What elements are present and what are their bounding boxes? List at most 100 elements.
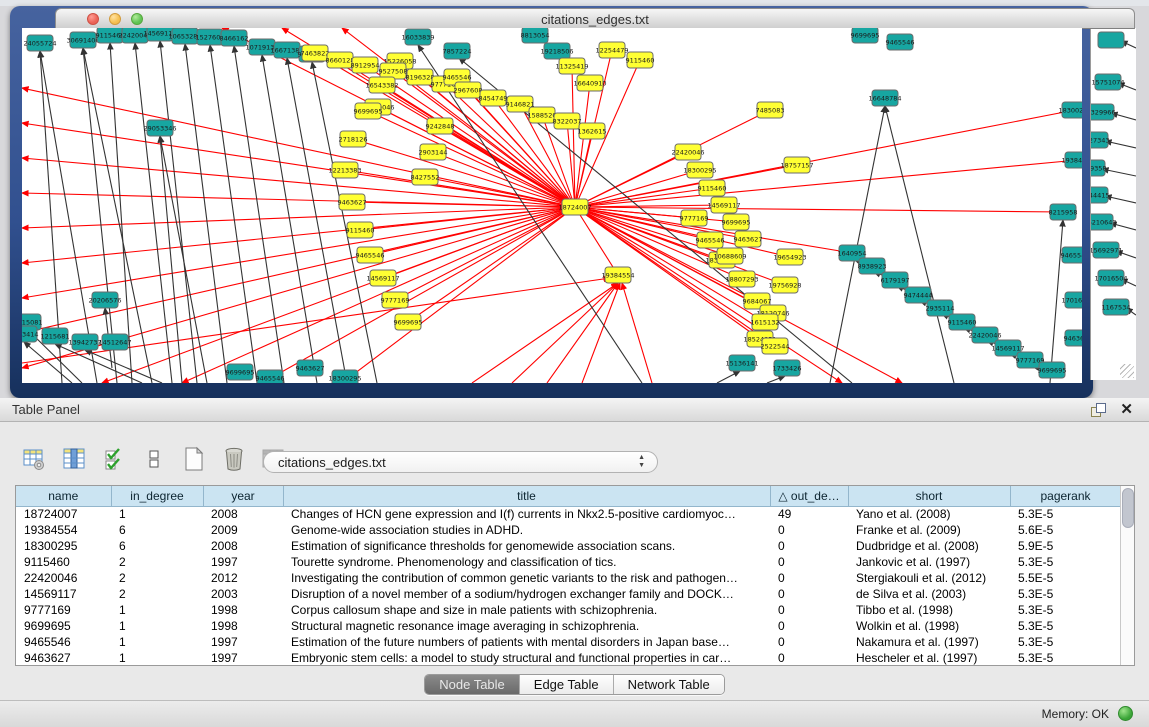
column-header-name[interactable]: name — [16, 486, 111, 506]
table-cell: 0 — [770, 586, 848, 602]
svg-text:9242848: 9242848 — [426, 123, 455, 131]
table-row[interactable]: 2242004622012Investigating the contribut… — [16, 570, 1121, 586]
svg-text:7857224: 7857224 — [443, 48, 472, 56]
table-cell: 2 — [111, 586, 203, 602]
table-cell: 9777169 — [16, 602, 111, 618]
check-marks-icon — [103, 447, 125, 471]
table-selector-dropdown[interactable]: citations_edges.txt ▲▼ — [263, 451, 658, 473]
close-panel-icon[interactable]: ✕ — [1120, 400, 1133, 418]
table-cell: Franke et al. (2009) — [848, 522, 1010, 538]
svg-text:9463627: 9463627 — [734, 236, 763, 244]
table-body: 1872400712008Changes of HCN gene express… — [16, 506, 1121, 666]
table-cell: 1 — [111, 618, 203, 634]
svg-text:9699695: 9699695 — [394, 319, 423, 327]
tab-edge-table[interactable]: Edge Table — [520, 675, 614, 694]
table-cell: 0 — [770, 650, 848, 666]
table-row[interactable]: 911546021997Tourette syndrome. Phenomeno… — [16, 554, 1121, 570]
table-row[interactable]: 977716911998Corpus callosum shape and si… — [16, 602, 1121, 618]
table-row[interactable]: 1456911722003Disruption of a novel membe… — [16, 586, 1121, 602]
rows-icon — [147, 447, 161, 471]
svg-text:9465546: 9465546 — [696, 237, 725, 245]
svg-text:18724007: 18724007 — [558, 204, 591, 212]
network-canvas[interactable]: 2405572430691406911546022420046145691171… — [22, 28, 1082, 383]
table-cell: de Silva et al. (2003) — [848, 586, 1010, 602]
table-cell: 5.3E-5 — [1010, 650, 1121, 666]
table-row[interactable]: 1938455462009Genome-wide association stu… — [16, 522, 1121, 538]
column-header-out_de[interactable]: △ out_de… — [770, 486, 848, 506]
table-cell: Hescheler et al. (1997) — [848, 650, 1010, 666]
svg-text:9227343: 9227343 — [1091, 137, 1109, 145]
table-cell: 9465546 — [16, 634, 111, 650]
table-cell: 0 — [770, 570, 848, 586]
svg-text:9474444: 9474444 — [904, 292, 933, 300]
table-cell: 18724007 — [16, 506, 111, 522]
svg-text:19384554: 19384554 — [601, 272, 634, 280]
float-panel-icon[interactable] — [1091, 403, 1105, 417]
svg-text:1167534: 1167534 — [1102, 304, 1131, 312]
select-column-button[interactable] — [60, 445, 88, 473]
rows-button[interactable] — [140, 445, 168, 473]
svg-text:9115460: 9115460 — [948, 319, 977, 327]
column-header-year[interactable]: year — [203, 486, 283, 506]
scrollbar-thumb[interactable] — [1122, 488, 1134, 528]
tab-network-table[interactable]: Network Table — [614, 675, 724, 694]
table-row[interactable]: 1872400712008Changes of HCN gene express… — [16, 506, 1121, 522]
table-cell: 6 — [111, 538, 203, 554]
network-graph: 2405572430691406911546022420046145691171… — [22, 28, 1082, 383]
table-scrollbar[interactable] — [1120, 486, 1134, 665]
column-header-pagerank[interactable]: pagerank — [1010, 486, 1121, 506]
table-row[interactable]: 969969511998Structural magnetic resonanc… — [16, 618, 1121, 634]
table-settings-button[interactable] — [20, 445, 48, 473]
table-row[interactable]: 1830029562008Estimation of significance … — [16, 538, 1121, 554]
svg-text:15751074: 15751074 — [1091, 79, 1124, 87]
svg-text:14569117: 14569117 — [707, 202, 740, 210]
delete-table-button[interactable] — [220, 445, 248, 473]
table-cell: 18300295 — [16, 538, 111, 554]
svg-text:9699695: 9699695 — [354, 108, 383, 116]
table-cell: Corpus callosum shape and size in male p… — [283, 602, 770, 618]
table-cell: 2 — [111, 570, 203, 586]
table-cell: Jankovic et al. (1997) — [848, 554, 1010, 570]
new-table-button[interactable] — [180, 445, 208, 473]
svg-text:9115460: 9115460 — [698, 185, 727, 193]
table-cell: 5.9E-5 — [1010, 538, 1121, 554]
svg-text:9463627: 9463627 — [296, 365, 325, 373]
svg-text:2967608: 2967608 — [454, 87, 483, 95]
svg-text:12254479: 12254479 — [595, 47, 628, 55]
table-row[interactable]: 946554611997Estimation of the future num… — [16, 634, 1121, 650]
network-window-titlebar[interactable]: citations_edges.txt — [55, 8, 1135, 29]
table-cell: 9699695 — [16, 618, 111, 634]
table-selector-value: citations_edges.txt — [278, 455, 386, 470]
svg-text:1362615: 1362615 — [578, 128, 607, 136]
svg-text:22420046: 22420046 — [671, 149, 704, 157]
column-header-in_degree[interactable]: in_degree — [111, 486, 203, 506]
svg-text:19384554: 19384554 — [1061, 157, 1082, 165]
table-cell: 5.3E-5 — [1010, 618, 1121, 634]
table-cell: 2009 — [203, 522, 283, 538]
tab-node-table[interactable]: Node Table — [425, 675, 520, 694]
svg-text:16640910: 16640910 — [573, 80, 606, 88]
background-network-canvas[interactable]: 1575107493299669227343120935812444151621… — [1090, 28, 1136, 380]
column-header-title[interactable]: title — [283, 486, 770, 506]
table-cell: Yano et al. (2008) — [848, 506, 1010, 522]
window-resize-grip[interactable] — [1120, 364, 1134, 378]
table-cell: 5.3E-5 — [1010, 602, 1121, 618]
svg-text:16033839: 16033839 — [401, 34, 434, 42]
column-header-short[interactable]: short — [848, 486, 1010, 506]
table-cell: 6 — [111, 522, 203, 538]
svg-text:9699695: 9699695 — [851, 32, 880, 40]
select-column-icon — [62, 447, 86, 471]
table-settings-icon — [22, 447, 46, 471]
table-cell: 2003 — [203, 586, 283, 602]
select-all-check-button[interactable] — [100, 445, 128, 473]
table-cell: 5.3E-5 — [1010, 506, 1121, 522]
svg-text:17016504: 17016504 — [1094, 275, 1127, 283]
svg-text:1215681: 1215681 — [41, 333, 70, 341]
network-node[interactable] — [1098, 32, 1124, 48]
table-row[interactable]: 946362711997Embryonic stem cells: a mode… — [16, 650, 1121, 666]
table-cell: 0 — [770, 634, 848, 650]
table-cell: 5.3E-5 — [1010, 634, 1121, 650]
window-title: citations_edges.txt — [56, 12, 1134, 27]
svg-text:1815081: 1815081 — [22, 319, 42, 327]
svg-text:16543382: 16543382 — [365, 82, 398, 90]
